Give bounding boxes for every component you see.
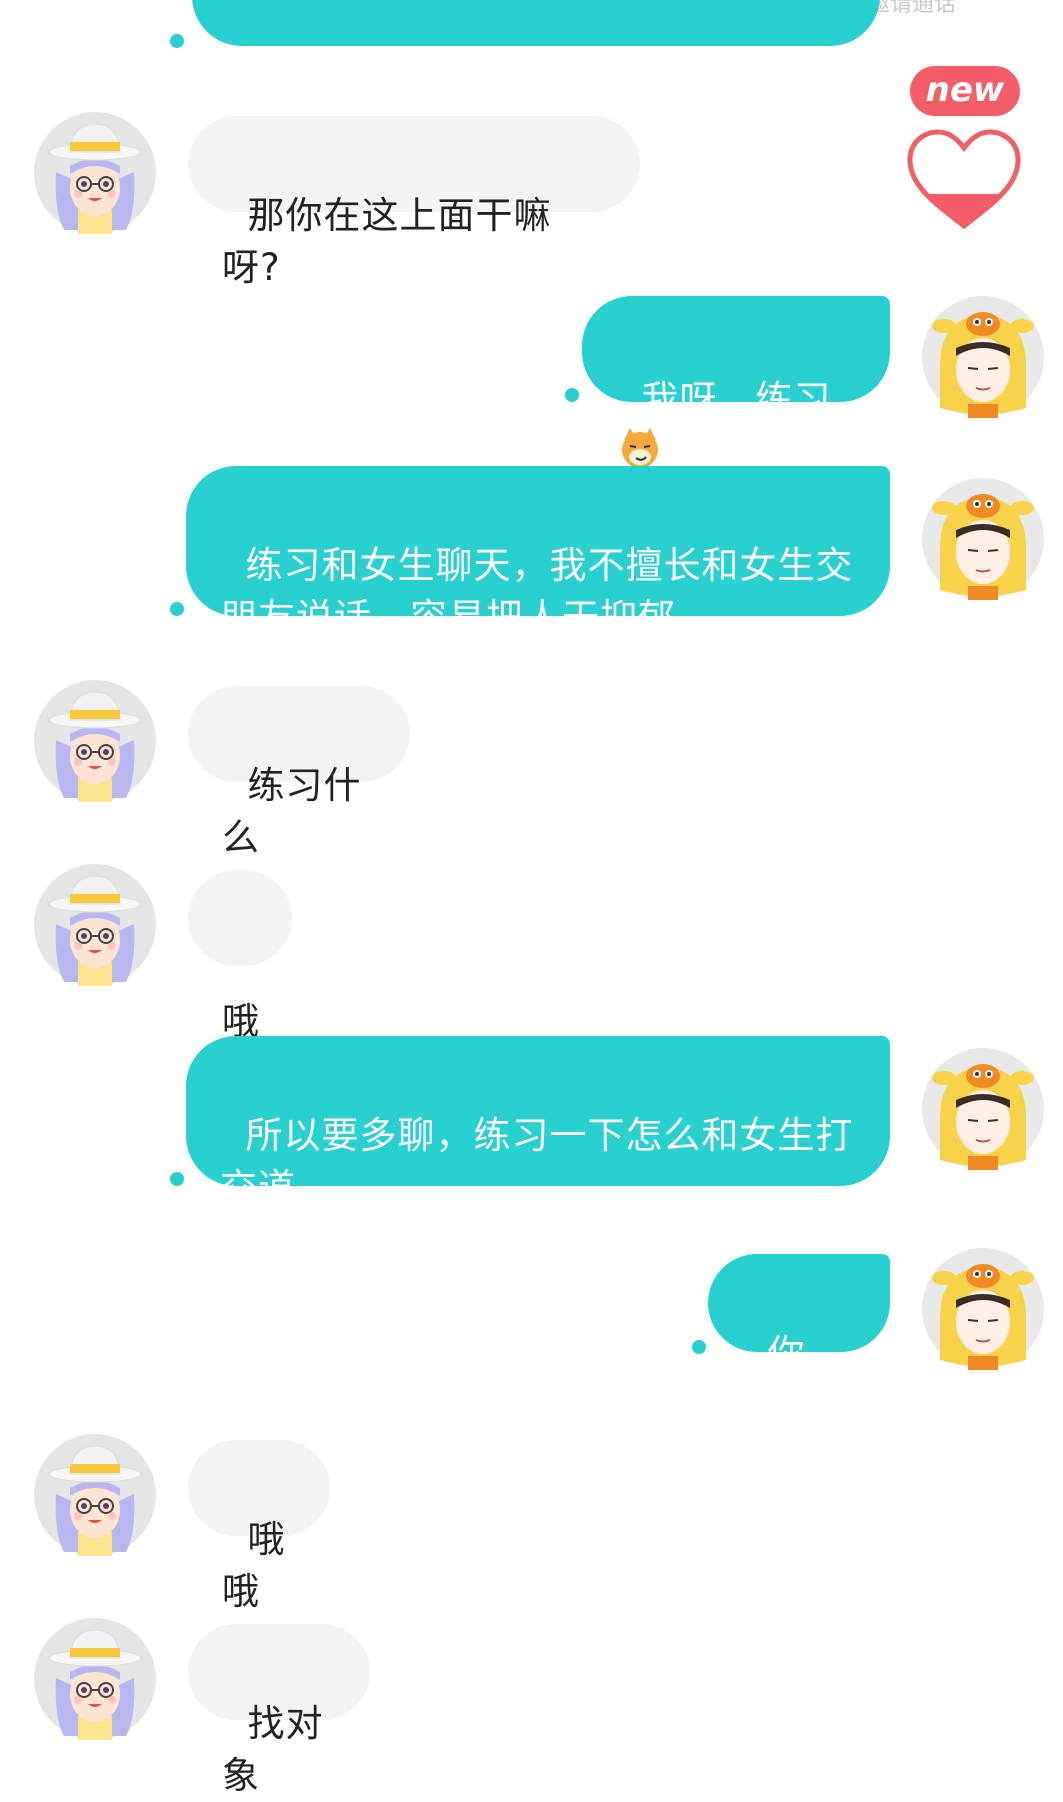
incoming-message-bubble[interactable]: 那你在这上面干嘛呀? bbox=[188, 116, 640, 289]
contact-avatar[interactable] bbox=[34, 112, 156, 234]
message-text: 我呀，练习 bbox=[641, 378, 832, 421]
message-text: 练习什么 bbox=[222, 764, 362, 859]
message-status-dot bbox=[170, 602, 184, 616]
outgoing-message-bubble[interactable]: 你呢? bbox=[708, 1254, 890, 1427]
message-status-dot bbox=[565, 388, 579, 402]
message-text: 所以要多聊，练习一下怎么和女生打交道 bbox=[220, 1114, 854, 1209]
my-avatar[interactable] bbox=[922, 1048, 1044, 1170]
incoming-message-bubble[interactable]: 哦哦 bbox=[188, 1440, 330, 1613]
contact-avatar[interactable] bbox=[34, 1434, 156, 1556]
incoming-message-bubble[interactable]: 练习什么 bbox=[188, 686, 410, 859]
my-avatar[interactable] bbox=[922, 296, 1044, 418]
contact-avatar[interactable] bbox=[34, 680, 156, 802]
outgoing-message-bubble[interactable]: 练习和女生聊天，我不擅长和女生交朋友说话，容易把人干抑郁 bbox=[186, 466, 890, 639]
message-text: 那你在这上面干嘛呀? bbox=[222, 194, 552, 289]
outgoing-message-bubble[interactable]: 我呀，练习 bbox=[582, 296, 890, 402]
incoming-message-bubble[interactable]: 哦 bbox=[188, 870, 292, 1043]
my-avatar[interactable] bbox=[922, 478, 1044, 600]
message-status-dot bbox=[692, 1340, 706, 1354]
new-badge: new bbox=[910, 66, 1020, 116]
smirking-dog-emoji-icon bbox=[618, 426, 662, 470]
message-text: 你呢? bbox=[742, 1332, 806, 1427]
message-text: 找对象 bbox=[222, 1702, 324, 1797]
previous-message-bubble[interactable] bbox=[192, 0, 880, 46]
message-text: 哦哦 bbox=[222, 1518, 286, 1613]
message-status-dot bbox=[170, 34, 184, 48]
contact-avatar[interactable] bbox=[34, 864, 156, 986]
heart-icon[interactable] bbox=[906, 128, 1022, 232]
message-text: 练习和女生聊天，我不擅长和女生交朋友说话，容易把人干抑郁 bbox=[220, 544, 854, 639]
outgoing-message-bubble[interactable]: 所以要多聊，练习一下怎么和女生打交道 bbox=[186, 1036, 890, 1209]
my-avatar[interactable] bbox=[922, 1248, 1044, 1370]
incoming-message-bubble[interactable]: 找对象 bbox=[188, 1624, 370, 1797]
message-status-dot bbox=[170, 1172, 184, 1186]
contact-avatar[interactable] bbox=[34, 1618, 156, 1740]
